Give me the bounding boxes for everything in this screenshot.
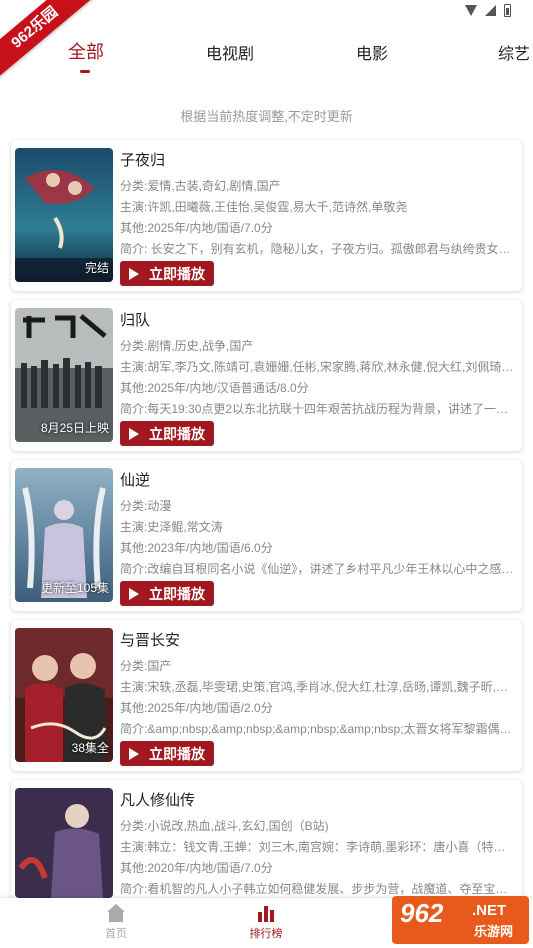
item-other: 其他:2025年/内地/国语/7.0分: [120, 221, 273, 235]
play-icon: [129, 587, 139, 600]
nav-ranking-label: 排行榜: [249, 928, 283, 940]
play-label: 立即播放: [149, 585, 205, 602]
home-icon: [107, 904, 125, 922]
poster-caption: 8月25日上映: [40, 421, 109, 435]
item-cast: 主演:韩立：钱文青,王蝉：刘三木,南宫婉：李诗萌,墨彩环：唐小喜（特别篇…: [120, 840, 516, 854]
watermark-site-name: 乐游网: [474, 924, 514, 939]
tab-movie[interactable]: 电影: [356, 40, 388, 64]
nav-home-label: 首页: [105, 928, 127, 940]
play-button[interactable]: 立即播放: [120, 261, 214, 286]
item-title[interactable]: 凡人修仙传: [120, 789, 195, 810]
status-icons: [465, 4, 511, 17]
nav-ranking[interactable]: 排行榜: [236, 904, 296, 941]
play-button[interactable]: 立即播放: [120, 741, 214, 766]
item-intro: 简介:改编自耳根同名小说《仙逆》，讲述了乡村平凡少年王林以心中之感动…: [120, 562, 516, 576]
play-icon: [129, 427, 139, 440]
list-item[interactable]: 更新至105集 仙逆 分类:动漫 主演:史泽鲲,常文涛 其他:2023年/内地/…: [11, 460, 522, 611]
item-other: 其他:2020年/内地/国语/7.0分: [120, 861, 273, 875]
item-title[interactable]: 子夜归: [120, 149, 165, 170]
watermark-domain: .NET: [472, 902, 507, 919]
item-cast: 主演:许凯,田曦薇,王佳怡,吴俊霆,易大千,范诗然,单敬尧: [120, 200, 408, 214]
signal-icon: [485, 5, 496, 16]
list-item[interactable]: 凡人修仙传 分类:小说改,热血,战斗,玄幻,国创（B站) 主演:韩立：钱文青,王…: [11, 780, 522, 898]
tab-variety[interactable]: 综艺: [498, 40, 530, 64]
tab-tv[interactable]: 电视剧: [206, 40, 254, 64]
play-button[interactable]: 立即播放: [120, 581, 214, 606]
list-item[interactable]: 38集全 与晋长安 分类:国产 主演:宋轶,丞磊,毕雯珺,史策,官鸿,季肖冰,倪…: [11, 620, 522, 771]
play-icon: [129, 267, 139, 280]
category-tabs: 全部 电视剧 电影 综艺: [0, 26, 533, 82]
item-intro: 简介:每天19:30点更2以东北抗联十四年艰苦抗战历程为背景，讲述了一支抗…: [120, 402, 516, 416]
item-cast: 主演:胡军,李乃文,陈靖可,袁姗姗,任彬,宋家腾,蒋欣,林永健,倪大红,刘佩琦,…: [120, 360, 516, 374]
item-other: 其他:2025年/内地/汉语普通话/8.0分: [120, 381, 309, 395]
item-cast: 主演:史泽鲲,常文涛: [120, 520, 223, 534]
poster-image[interactable]: 8月25日上映: [15, 308, 113, 442]
item-title[interactable]: 归队: [120, 309, 150, 330]
item-intro: 简介:看机智的凡人小子韩立如何稳健发展、步步为营，战魔道、夺至宝、驰…: [120, 882, 516, 896]
poster-caption: 更新至105集: [40, 581, 109, 595]
poster-image[interactable]: [15, 788, 113, 898]
battery-icon: [504, 4, 511, 17]
item-cast: 主演:宋轶,丞磊,毕雯珺,史策,官鸿,季肖冰,倪大红,杜淳,岳旸,谭凯,魏子昕,…: [120, 680, 516, 694]
play-icon: [129, 747, 139, 760]
tab-all[interactable]: 全部: [68, 38, 104, 64]
poster-caption: 38集全: [71, 741, 109, 755]
play-button[interactable]: 立即播放: [120, 421, 214, 446]
item-intro: 简介: 长安之下，别有玄机，隐秘儿女，子夜方归。孤傲郎君与纨绔贵女…: [120, 242, 511, 256]
update-note: 根据当前热度调整,不定时更新: [180, 109, 353, 124]
item-other: 其他:2025年/内地/国语/2.0分: [120, 701, 273, 715]
watermark-logo: 962 .NET 乐游网: [392, 896, 529, 944]
item-intro: 简介:&amp;nbsp;&amp;nbsp;&amp;nbsp;&amp;nb…: [120, 722, 516, 736]
item-category: 分类:国产: [120, 659, 172, 673]
wifi-icon: [465, 5, 477, 16]
poster-image[interactable]: 完结: [15, 148, 113, 282]
bar-chart-icon: [257, 904, 275, 922]
poster-art: [15, 788, 113, 898]
play-label: 立即播放: [149, 425, 205, 442]
item-title[interactable]: 仙逆: [120, 469, 150, 490]
tab-indicator: [80, 70, 90, 73]
list-item[interactable]: 完结 子夜归 分类:爱情,古装,奇幻,剧情,国产 主演:许凯,田曦薇,王佳怡,吴…: [11, 140, 522, 291]
watermark-number: 962: [400, 898, 444, 928]
play-label: 立即播放: [149, 745, 205, 762]
item-title[interactable]: 与晋长安: [120, 629, 180, 650]
poster-caption: 完结: [84, 261, 109, 275]
poster-image[interactable]: 更新至105集: [15, 468, 113, 602]
list-item[interactable]: 8月25日上映 归队 分类:剧情,历史,战争,国产 主演:胡军,李乃文,陈靖可,…: [11, 300, 522, 451]
item-other: 其他:2023年/内地/国语/6.0分: [120, 541, 273, 555]
item-category: 分类:爱情,古装,奇幻,剧情,国产: [120, 179, 281, 193]
item-category: 分类:剧情,历史,战争,国产: [120, 339, 254, 353]
item-category: 分类:小说改,热血,战斗,玄幻,国创（B站): [120, 819, 329, 833]
play-label: 立即播放: [149, 265, 205, 282]
poster-image[interactable]: 38集全: [15, 628, 113, 762]
nav-home[interactable]: 首页: [86, 904, 146, 941]
item-category: 分类:动漫: [120, 499, 172, 513]
